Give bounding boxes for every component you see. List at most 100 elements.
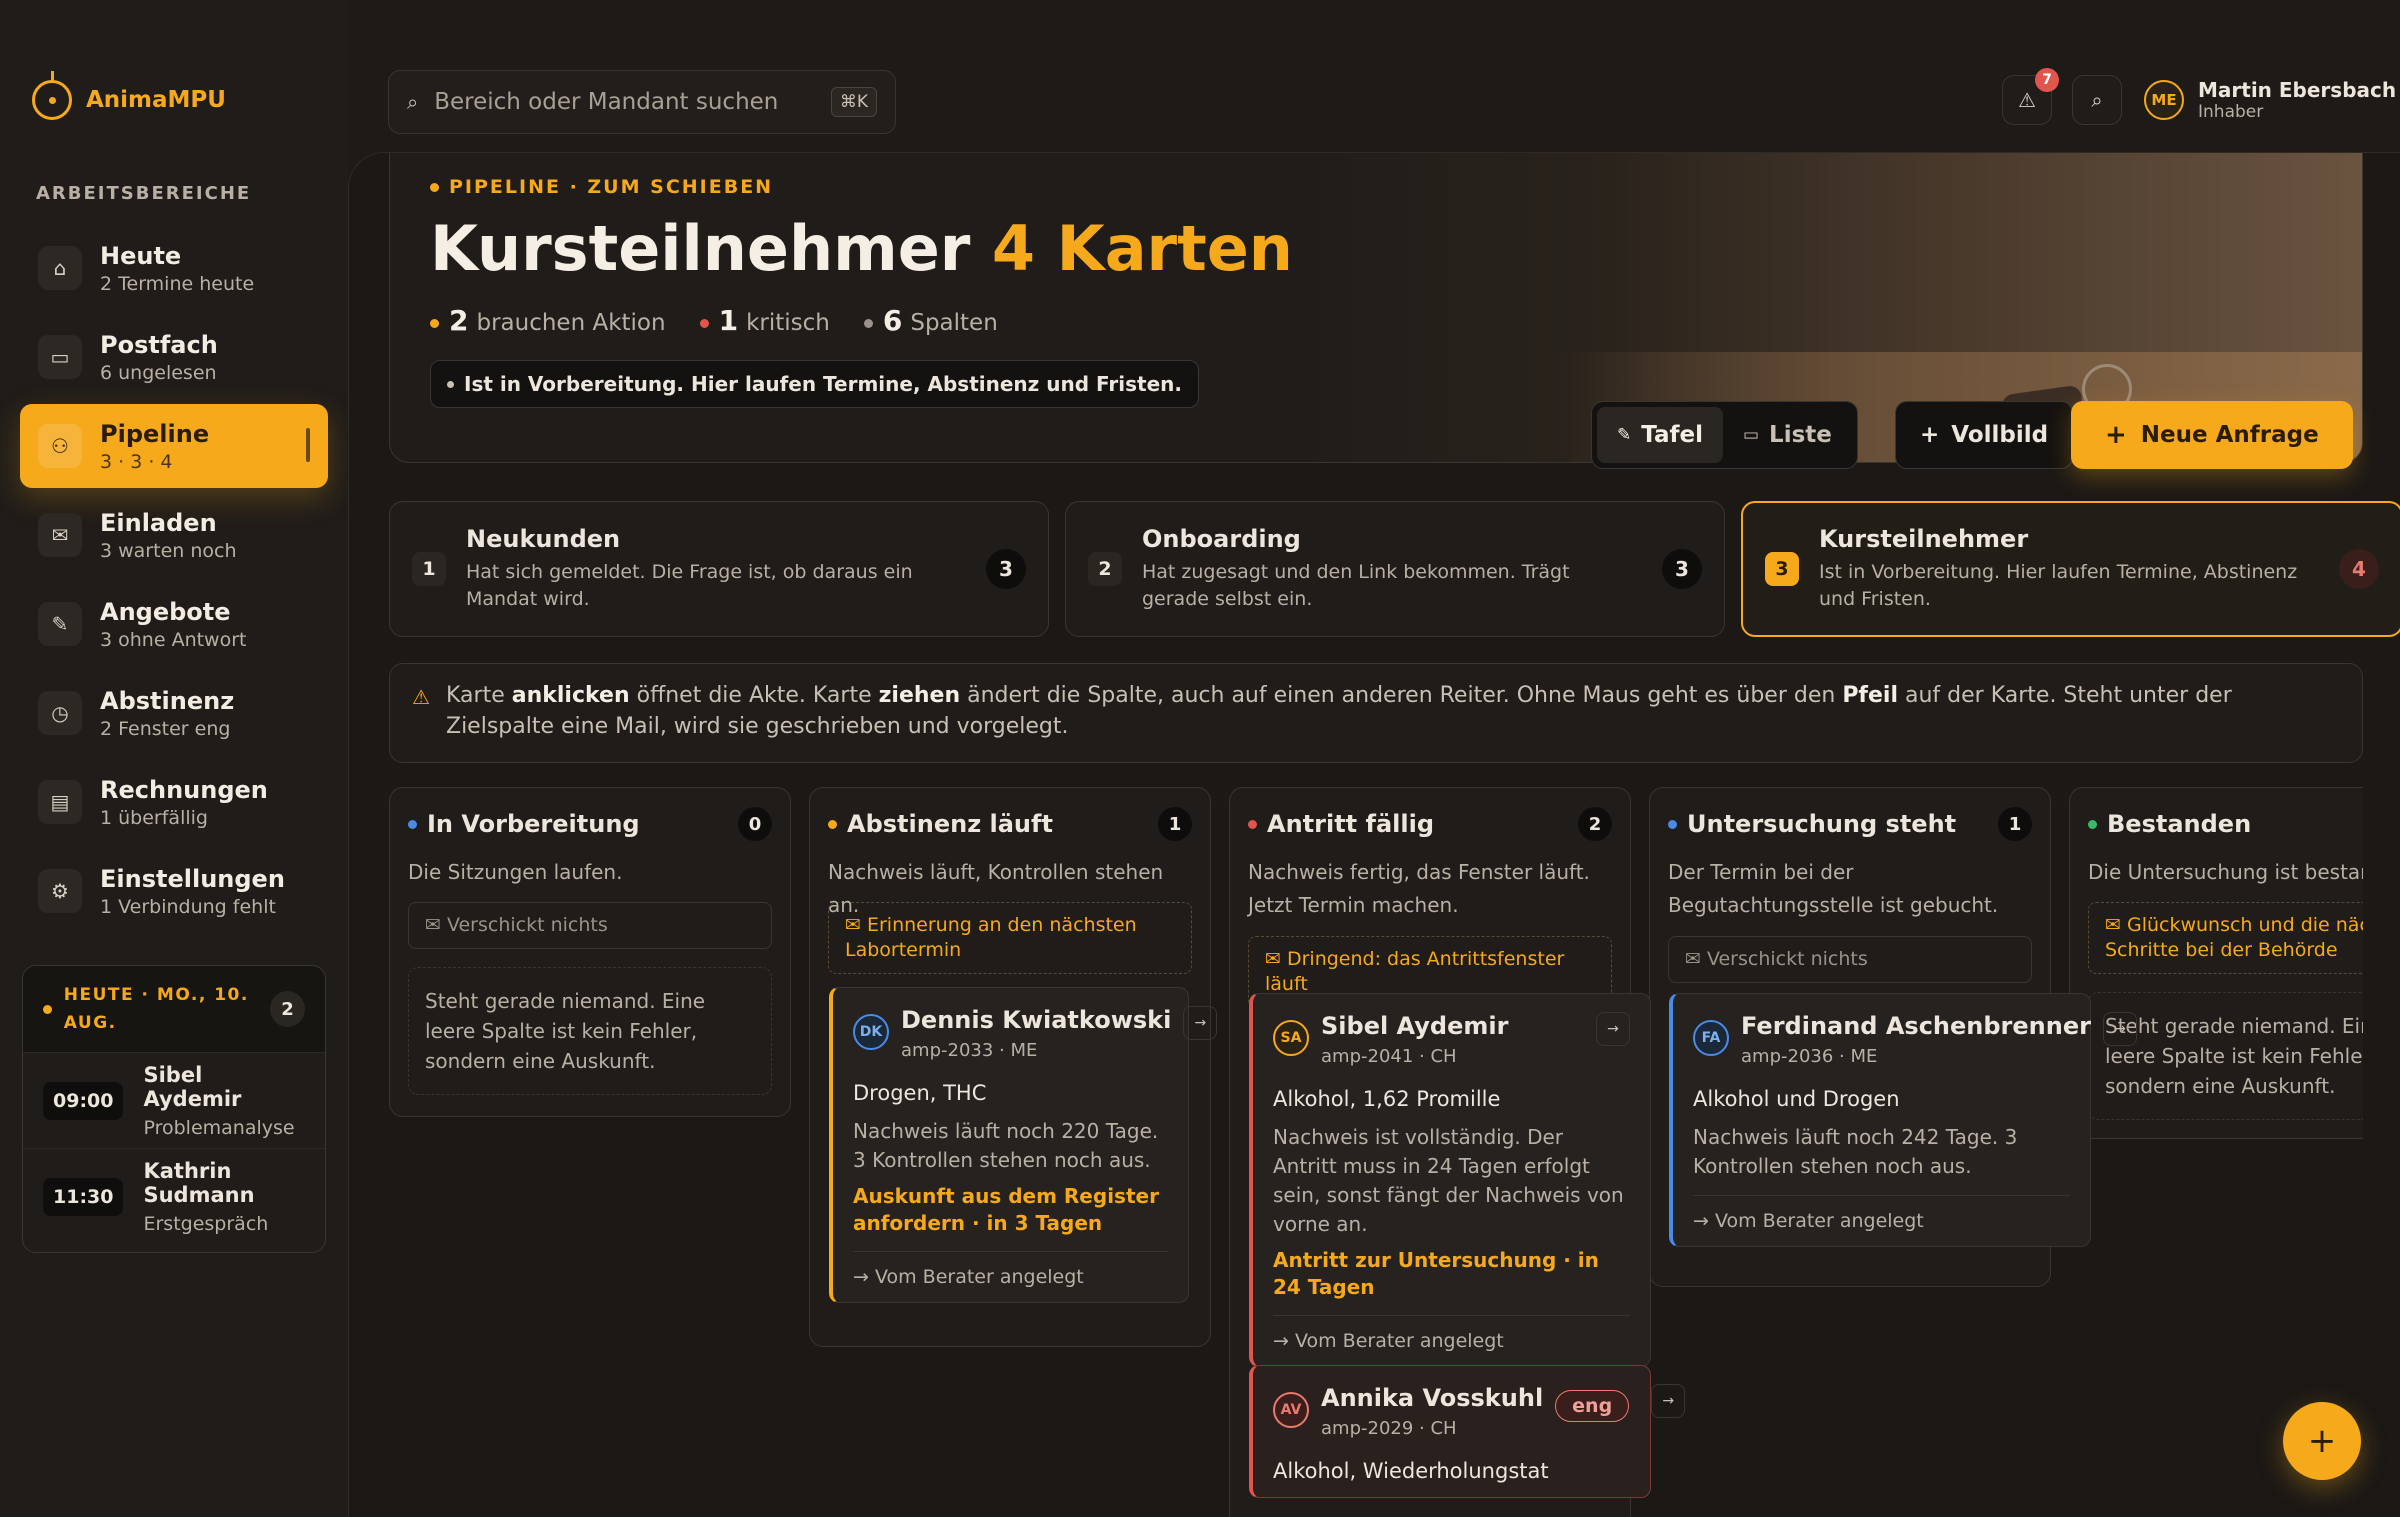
floating-add-button[interactable]: +	[2283, 1402, 2361, 1480]
avatar: AV	[1273, 1392, 1309, 1428]
avatar: SA	[1273, 1020, 1309, 1056]
card-id: amp-2029 · CH	[1321, 1418, 1457, 1439]
alerts-button[interactable]: ⚠ 7	[2002, 68, 2059, 125]
view-list-label: Liste	[1769, 422, 1832, 448]
sidebar-item-sub: 2 Termine heute	[100, 272, 255, 295]
sidebar-item-einstellungen[interactable]: ⚙ Einstellungen 1 Verbindung fehlt	[20, 849, 328, 933]
card-subject: Alkohol und Drogen	[1693, 1087, 1900, 1111]
mail-icon: ✉	[1265, 948, 1287, 970]
brand[interactable]: AnimaMPU	[32, 71, 226, 120]
user-menu[interactable]: ME Martin Ebersbach Inhaber	[2144, 78, 2396, 122]
column-mail[interactable]: ✉ Glückwunsch und die nächsten Schritte …	[2088, 902, 2363, 974]
sidebar-item-pipeline[interactable]: ⚇ Pipeline 3 · 3 · 4	[20, 404, 328, 488]
avatar: FA	[1693, 1020, 1729, 1056]
appointment-item[interactable]: 11:30 Kathrin Sudmann Erstgespräch	[23, 1148, 325, 1244]
sidebar-item-label: Heute	[100, 241, 182, 270]
mail-icon: ✉	[845, 914, 867, 936]
sidebar-item-label: Rechnungen	[100, 775, 268, 804]
hero-stats: 2 brauchen Aktion 1 kritisch 6 Spalten	[430, 304, 998, 337]
sidebar-item-sub: 3 · 3 · 4	[100, 450, 173, 473]
status-dot	[699, 319, 709, 328]
move-arrow-button[interactable]: →	[2102, 1012, 2137, 1046]
move-arrow-button[interactable]: →	[1651, 1384, 1686, 1418]
sidebar-item-einladen[interactable]: ✉ Einladen 3 warten noch	[20, 493, 328, 577]
sidebar-item-angebote[interactable]: ✎ Angebote 3 ohne Antwort	[20, 582, 328, 666]
stat-label: brauchen Aktion	[476, 310, 666, 336]
column-mail[interactable]: ✉ Erinnerung an den nächsten Labortermin	[828, 902, 1192, 974]
status-dot	[863, 319, 873, 328]
new-request-button[interactable]: + Neue Anfrage	[2071, 401, 2353, 469]
inbox-icon: ▭	[38, 335, 82, 379]
tab-number: 2	[1088, 552, 1122, 586]
tab-number: 1	[412, 552, 446, 586]
arrow-icon: →	[1273, 1330, 1295, 1352]
appointment-kind: Erstgespräch	[143, 1212, 269, 1235]
column-title: Abstinenz läuft	[847, 810, 1053, 838]
tab-kursteilnehmer[interactable]: 3 Kursteilnehmer Ist in Vorbereitung. Hie…	[1741, 501, 2400, 637]
column-mail[interactable]: ✉ Verschickt nichts	[408, 902, 772, 949]
mail-text: Glückwunsch und die nächsten Schritte be…	[2105, 914, 2363, 961]
sidebar: AnimaMPU ARBEITSBEREICHE ⌂ Heute 2 Termin…	[0, 0, 348, 1517]
client-card[interactable]: DK Dennis Kwiatkowski amp-2033 · ME → Dro…	[829, 987, 1218, 1303]
appointment-item[interactable]: 09:00 Sibel Aydemir Problemanalyse	[23, 1052, 325, 1148]
stat-value: 1	[718, 304, 739, 337]
stat-label: Spalten	[910, 310, 998, 336]
move-arrow-button[interactable]: →	[1183, 1006, 1218, 1040]
column-in-vorbereitung: In Vorbereitung 0 Die Sitzungen laufen. ✉…	[389, 787, 791, 1117]
column-count: 0	[738, 807, 772, 841]
brand-name: AnimaMPU	[86, 87, 226, 113]
tab-count: 4	[2339, 549, 2379, 589]
appointment-name: Kathrin Sudmann	[143, 1158, 255, 1207]
sidebar-item-sub: 6 ungelesen	[100, 361, 217, 384]
today-title: HEUTE · MO., 10. AUG.	[63, 985, 249, 1033]
card-footer-text: Vom Berater angelegt	[874, 1266, 1084, 1288]
tab-desc: Hat sich gemeldet. Die Frage ist, ob dar…	[466, 561, 913, 610]
sidebar-item-rechnungen[interactable]: ▤ Rechnungen 1 überfällig	[20, 760, 328, 844]
tab-title: Kursteilnehmer	[1819, 525, 2029, 553]
sidebar-item-heute[interactable]: ⌂ Heute 2 Termine heute	[20, 226, 328, 310]
card-footer: → Vom Berater angelegt	[1693, 1195, 2070, 1232]
stat-action: 2 brauchen Aktion	[430, 304, 666, 337]
column-header: Untersuchung steht 1	[1668, 804, 2032, 844]
mail-text: Verschickt nichts	[446, 914, 608, 936]
avatar: DK	[853, 1014, 889, 1050]
section-label: ARBEITSBEREICHE	[36, 183, 252, 204]
sidebar-item-sub: 2 Fenster eng	[100, 717, 231, 740]
column-mail[interactable]: ✉ Verschickt nichts	[1668, 936, 2032, 983]
kanban-board: In Vorbereitung 0 Die Sitzungen laufen. ✉…	[389, 787, 2363, 1517]
sidebar-item-label: Pipeline	[100, 419, 210, 448]
tag-icon: ✎	[1617, 425, 1632, 445]
move-arrow-button[interactable]: →	[1596, 1012, 1630, 1046]
tab-number: 3	[1765, 552, 1799, 586]
hint-emphasis: ziehen	[878, 683, 961, 708]
column-bestanden: Bestanden Die Untersuchung ist bestanden…	[2069, 787, 2363, 1139]
tab-neukunden[interactable]: 1 Neukunden Hat sich gemeldet. Die Frage …	[389, 501, 1049, 637]
client-card[interactable]: FA Ferdinand Aschenbrenner amp-2036 · ME …	[1669, 993, 2137, 1247]
client-card[interactable]: SA Sibel Aydemir amp-2041 · CH → Alkohol,…	[1249, 993, 1651, 1367]
avatar: ME	[2144, 80, 2184, 120]
card-text: Nachweis läuft noch 220 Tage. 3 Kontroll…	[853, 1119, 1159, 1172]
view-board-button[interactable]: ✎ Tafel	[1597, 407, 1723, 463]
arrow-icon: →	[853, 1266, 875, 1288]
appointment-time: 09:00	[43, 1081, 124, 1120]
card-text: Nachweis läuft noch 242 Tage. 3 Kontroll…	[1693, 1125, 2018, 1178]
appointment-time: 11:30	[43, 1177, 124, 1216]
status-dot	[1668, 819, 1677, 829]
search-button[interactable]: ⌕	[2072, 75, 2122, 125]
card-name: Dennis Kwiatkowski	[901, 1006, 1172, 1034]
tab-title: Neukunden	[466, 525, 621, 553]
column-header: Abstinenz läuft 1	[828, 804, 1192, 844]
tab-onboarding[interactable]: 2 Onboarding Hat zugesagt und den Link be…	[1065, 501, 1725, 637]
search-input[interactable]: ⌕ Bereich oder Mandant suchen ⌘K	[388, 70, 896, 134]
column-desc: Nachweis fertig, das Fenster läuft. Jetz…	[1248, 860, 1590, 917]
card-subject: Drogen, THC	[853, 1081, 987, 1105]
page-title: Kursteilnehmer 4 Karten	[430, 212, 1293, 285]
sidebar-item-abstinenz[interactable]: ◷ Abstinenz 2 Fenster eng	[20, 671, 328, 755]
stage-description-pill: Ist in Vorbereitung. Hier laufen Termine…	[430, 360, 1199, 408]
tab-count: 3	[1662, 549, 1702, 589]
page-title-text: Kursteilnehmer	[430, 212, 971, 285]
view-list-button[interactable]: ▭ Liste	[1723, 407, 1852, 463]
sidebar-item-postfach[interactable]: ▭ Postfach 6 ungelesen	[20, 315, 328, 399]
client-card[interactable]: AV Annika Vosskuhl amp-2029 · CH eng → Al…	[1249, 1365, 1686, 1498]
fullscreen-button[interactable]: + Vollbild	[1895, 401, 2074, 469]
